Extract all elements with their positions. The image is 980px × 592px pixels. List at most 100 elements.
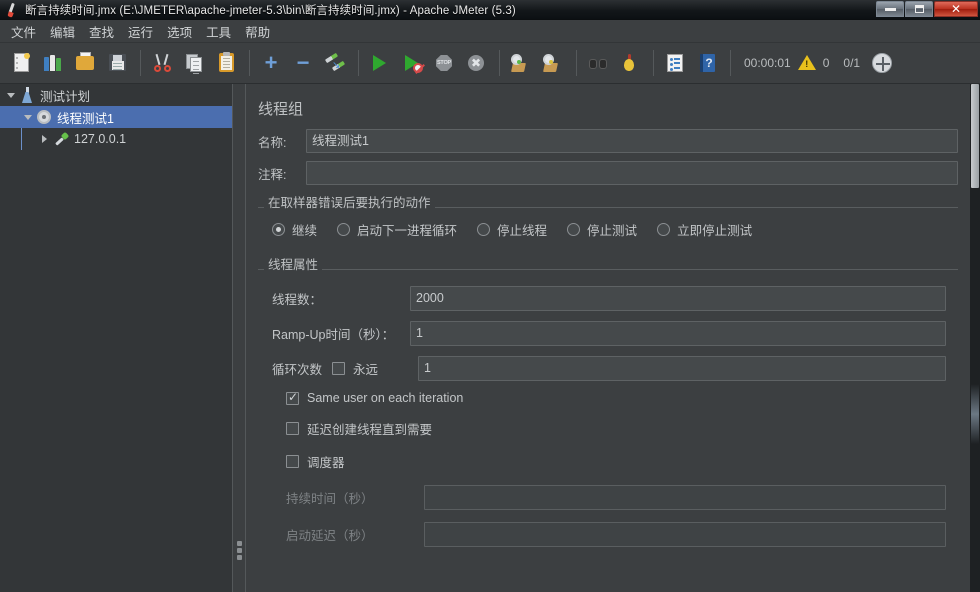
loop-count-input[interactable]: 1: [418, 356, 946, 381]
radio-start-next-loop-label: 启动下一进程循环: [357, 224, 458, 238]
clear-all-button[interactable]: [538, 48, 568, 78]
cut-icon: [151, 52, 173, 74]
collapse-all-button[interactable]: −: [288, 48, 318, 78]
same-user-checkbox[interactable]: [286, 390, 299, 405]
toggle-icon: ↘: [324, 52, 346, 74]
ramp-up-label: Ramp-Up时间（秒）：: [272, 328, 395, 342]
open-button[interactable]: [70, 48, 100, 78]
toolbar: + − ↘ STOP ✖ ? 00:00:01 ! 0 0/1: [0, 43, 980, 84]
startup-delay-input[interactable]: [424, 522, 946, 547]
radio-stop-thread-indicator[interactable]: [477, 223, 491, 236]
scheduler-row[interactable]: 调度器: [258, 452, 958, 471]
loop-forever-checkbox[interactable]: 永远: [332, 359, 410, 378]
start-button[interactable]: [365, 48, 395, 78]
comment-field-row: 注释:: [258, 161, 958, 185]
radio-start-next-loop[interactable]: 启动下一进程循环: [337, 220, 457, 239]
menu-file[interactable]: 文件: [4, 19, 43, 44]
scheduler-checkbox[interactable]: [286, 455, 299, 468]
tree-node-thread-group[interactable]: 线程测试1: [0, 106, 232, 128]
comment-label: 注释:: [258, 167, 287, 182]
error-action-group: 在取样器错误后要执行的动作 继续 启动下一进程循环 停止线程 停止测试 立即停止…: [258, 197, 958, 239]
reset-search-button[interactable]: [615, 48, 645, 78]
toolbar-separator: [576, 50, 577, 76]
delay-create-checkbox[interactable]: [286, 422, 299, 435]
tree-node-sampler[interactable]: 127.0.0.1: [0, 128, 232, 150]
copy-button[interactable]: [179, 48, 209, 78]
search-icon: [587, 52, 609, 74]
radio-start-next-loop-indicator[interactable]: [337, 223, 351, 236]
chevron-down-icon[interactable]: [21, 110, 35, 124]
shutdown-icon: ✖: [465, 52, 487, 74]
radio-continue-indicator[interactable]: [272, 223, 285, 236]
menu-tools[interactable]: 工具: [199, 19, 238, 44]
startup-delay-label: 启动延迟（秒）: [286, 529, 374, 543]
jmeter-feather-icon: [4, 2, 20, 18]
radio-stop-test-now-indicator[interactable]: [657, 223, 671, 236]
splitter-grip[interactable]: [237, 541, 242, 562]
toolbar-separator: [140, 50, 141, 76]
active-threads-count: 0/1: [843, 56, 861, 70]
stop-button[interactable]: STOP: [429, 48, 459, 78]
loop-forever-label: 永远: [353, 363, 379, 377]
menu-help[interactable]: 帮助: [238, 19, 277, 44]
title-bar: 断言持续时间.jmx (E:\JMETER\apache-jmeter-5.3\…: [0, 0, 980, 20]
expand-all-button[interactable]: +: [256, 48, 286, 78]
delay-create-label: 延迟创建线程直到需要: [307, 423, 433, 437]
close-button[interactable]: ✕: [934, 1, 978, 17]
same-user-row[interactable]: Same user on each iteration: [258, 390, 958, 405]
sampler-dropper-icon: [52, 131, 70, 147]
menu-search[interactable]: 查找: [82, 19, 121, 44]
tree-node-test-plan[interactable]: 测试计划: [0, 84, 232, 106]
chevron-down-icon[interactable]: [4, 88, 18, 102]
tree-node-label: 线程测试1: [57, 111, 114, 126]
search-button[interactable]: [583, 48, 613, 78]
test-plan-tree[interactable]: 测试计划 线程测试1 127.0.0.1: [0, 84, 232, 592]
vertical-scrollbar[interactable]: [970, 84, 980, 592]
menu-run[interactable]: 运行: [121, 19, 160, 44]
delay-create-row[interactable]: 延迟创建线程直到需要: [258, 419, 958, 438]
name-input[interactable]: 线程测试1: [306, 129, 958, 153]
toolbar-separator: [499, 50, 500, 76]
help-button[interactable]: ?: [692, 48, 722, 78]
minimize-icon: [884, 7, 896, 11]
window-title: 断言持续时间.jmx (E:\JMETER\apache-jmeter-5.3\…: [25, 4, 516, 17]
paste-button[interactable]: [211, 48, 241, 78]
clear-icon: [510, 52, 532, 74]
radio-stop-test-indicator[interactable]: [567, 223, 581, 236]
maximize-button[interactable]: [905, 1, 933, 17]
toggle-button[interactable]: ↘: [320, 48, 350, 78]
panel-splitter[interactable]: [232, 84, 246, 592]
reset-search-icon: [619, 52, 641, 74]
copy-icon: [183, 52, 205, 74]
navigate-button[interactable]: [867, 48, 897, 78]
duration-input[interactable]: [424, 485, 946, 510]
scrollbar-thumb[interactable]: [971, 84, 979, 188]
shutdown-button[interactable]: ✖: [461, 48, 491, 78]
new-icon: [10, 52, 32, 74]
toolbar-separator: [730, 50, 731, 76]
templates-icon: [42, 52, 64, 74]
thread-properties-legend: 线程属性: [264, 259, 323, 272]
cut-button[interactable]: [147, 48, 177, 78]
minimize-button[interactable]: [876, 1, 904, 17]
start-no-pause-button[interactable]: [397, 48, 427, 78]
ramp-up-input[interactable]: 1: [410, 321, 946, 346]
radio-stop-test-label: 停止测试: [587, 224, 638, 238]
new-button[interactable]: [6, 48, 36, 78]
templates-button[interactable]: [38, 48, 68, 78]
radio-stop-thread[interactable]: 停止线程: [477, 220, 547, 239]
save-button[interactable]: [102, 48, 132, 78]
comment-input[interactable]: [306, 161, 958, 185]
loop-forever-checkbox-indicator[interactable]: [332, 362, 345, 375]
menu-edit[interactable]: 编辑: [43, 19, 82, 44]
radio-continue[interactable]: 继续: [272, 220, 317, 239]
num-threads-input[interactable]: 2000: [410, 286, 946, 311]
clear-button[interactable]: [506, 48, 536, 78]
function-helper-button[interactable]: [660, 48, 690, 78]
radio-stop-test[interactable]: 停止测试: [567, 220, 637, 239]
open-icon: [74, 52, 96, 74]
chevron-right-icon[interactable]: [38, 132, 52, 146]
menu-options[interactable]: 选项: [160, 19, 199, 44]
elapsed-time: 00:00:01: [744, 56, 791, 70]
radio-stop-test-now[interactable]: 立即停止测试: [657, 220, 752, 239]
